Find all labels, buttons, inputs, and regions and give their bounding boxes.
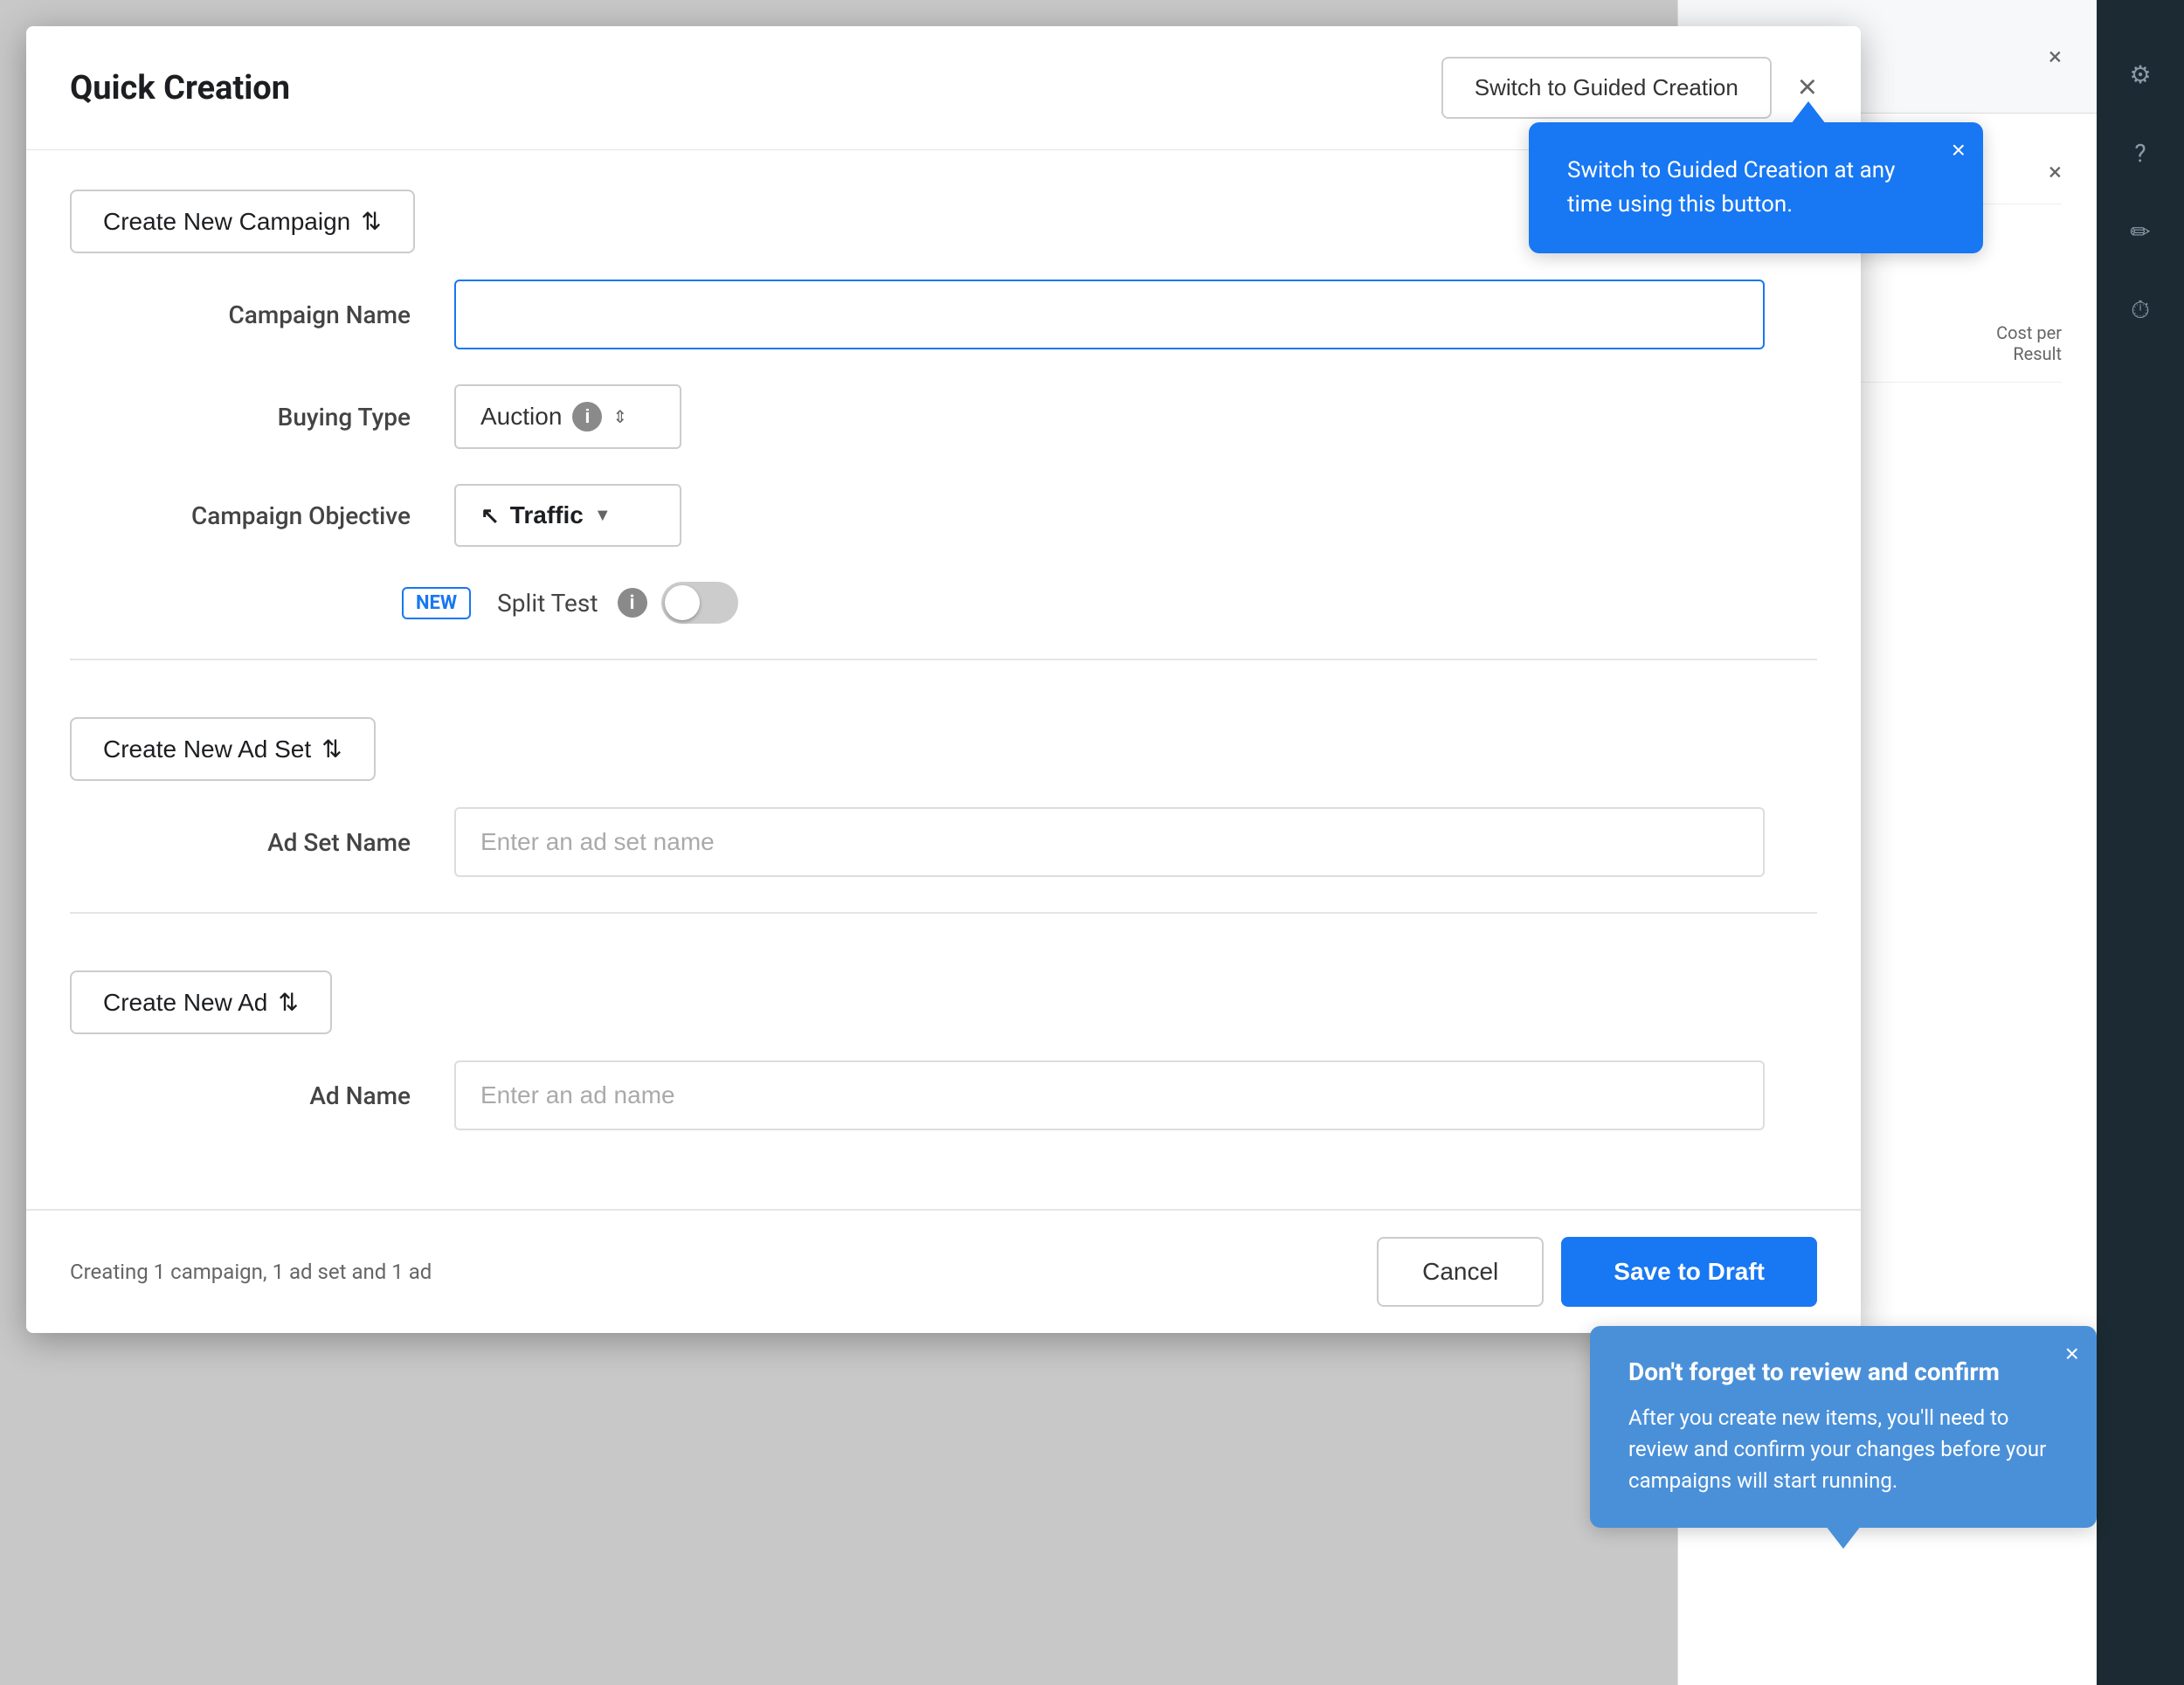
buying-type-label: Buying Type [122,403,454,432]
tooltip-review-title: Don't forget to review and confirm [1628,1357,2058,1386]
campaign-btn-icon: ⇅ [361,207,381,236]
tooltip-review-close-button[interactable]: × [2065,1340,2079,1368]
campaign-objective-control: ↖ Traffic ▼ [454,484,1765,547]
campaign-objective-label: Campaign Objective [122,501,454,530]
create-new-campaign-button[interactable]: Create New Campaign ⇅ [70,190,415,253]
clock-icon[interactable]: ⏱ [2118,288,2162,332]
buying-type-chevron: ⇕ [612,406,627,428]
dialog-body: Create New Campaign ⇅ Campaign Name Buyi… [26,150,1861,1209]
campaign-objective-value: Traffic [510,501,584,529]
toggle-knob [665,585,700,620]
objective-chevron: ▼ [594,506,612,526]
create-new-ad-button[interactable]: Create New Ad ⇅ [70,970,332,1034]
ad-name-label: Ad Name [122,1081,454,1110]
tooltip-guided-creation: × Switch to Guided Creation at any time … [1529,122,1983,253]
create-new-ad-label: Create New Ad [103,989,267,1017]
switch-guided-button[interactable]: Switch to Guided Creation [1441,57,1772,119]
save-to-draft-button[interactable]: Save to Draft [1561,1237,1817,1307]
split-test-toggle[interactable] [661,582,738,624]
campaign-objective-row: Campaign Objective ↖ Traffic ▼ [70,484,1817,547]
split-test-row: NEW Split Test i [70,582,1817,624]
campaign-name-row: Campaign Name [70,280,1817,349]
adset-name-input[interactable] [454,807,1765,877]
buying-type-select[interactable]: Auction i ⇕ [454,384,681,449]
ad-name-control [454,1060,1765,1130]
date-close[interactable]: × [2049,157,2062,186]
panel-close-1[interactable]: × [2049,42,2062,71]
section-divider-2 [70,912,1817,914]
ad-name-row: Ad Name [70,1060,1817,1130]
pencil-icon[interactable]: ✏ [2118,210,2162,253]
ad-btn-icon: ⇅ [278,988,298,1017]
cancel-button[interactable]: Cancel [1377,1237,1544,1307]
footer-info: Creating 1 campaign, 1 ad set and 1 ad [70,1260,432,1284]
adset-btn-icon: ⇅ [321,735,342,763]
tooltip-review-confirm: × Don't forget to review and confirm Aft… [1590,1326,2097,1528]
adset-name-control [454,807,1765,877]
gear-icon[interactable]: ⚙ [2118,52,2162,96]
dialog-footer: Creating 1 campaign, 1 ad set and 1 ad C… [26,1209,1861,1333]
section-divider-1 [70,659,1817,660]
split-test-info-icon[interactable]: i [618,588,647,618]
buying-type-control: Auction i ⇕ [454,384,1765,449]
campaign-name-input[interactable] [454,280,1765,349]
new-badge: NEW [402,587,471,619]
tooltip-review-body: After you create new items, you'll need … [1628,1402,2058,1496]
create-new-adset-label: Create New Ad Set [103,735,311,763]
tooltip-guided-text: Switch to Guided Creation at any time us… [1567,157,1895,218]
ad-section-header: Create New Ad ⇅ [70,931,1817,1060]
ad-name-input[interactable] [454,1060,1765,1130]
dialog-header-right: Switch to Guided Creation × [1441,57,1817,119]
footer-buttons: Cancel Save to Draft [1377,1237,1817,1307]
split-test-label: Split Test [497,589,598,618]
adset-section-header: Create New Ad Set ⇅ [70,678,1817,807]
buying-type-info-icon[interactable]: i [572,402,602,432]
adset-name-row: Ad Set Name [70,807,1817,877]
dialog-title: Quick Creation [70,69,290,107]
create-new-campaign-label: Create New Campaign [103,208,350,236]
objective-cursor-icon: ↖ [480,502,500,529]
buying-type-row: Buying Type Auction i ⇕ [70,384,1817,449]
create-new-adset-button[interactable]: Create New Ad Set ⇅ [70,717,376,781]
campaign-name-control [454,280,1765,349]
adset-name-label: Ad Set Name [122,828,454,857]
help-icon[interactable]: ? [2118,131,2162,175]
tooltip-guided-close-button[interactable]: × [1952,136,1966,164]
campaign-name-label: Campaign Name [122,300,454,329]
campaign-objective-select[interactable]: ↖ Traffic ▼ [454,484,681,547]
dark-sidebar: ⚙ ? ✏ ⏱ [2097,0,2184,1685]
buying-type-value: Auction [480,403,562,431]
